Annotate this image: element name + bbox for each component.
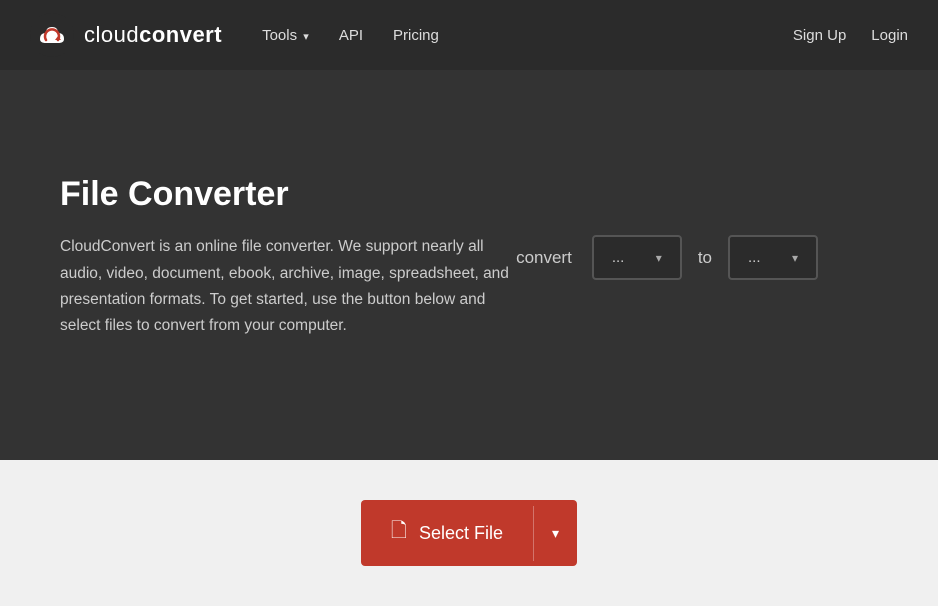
nav-auth: Sign Up Login: [793, 27, 908, 44]
to-label: to: [698, 248, 712, 268]
nav-signup[interactable]: Sign Up: [793, 27, 846, 44]
brand-logo[interactable]: cloudconvert: [30, 13, 222, 57]
nav-tools[interactable]: Tools ▾: [262, 27, 309, 44]
logo-icon: [30, 13, 74, 57]
hero-text-block: File Converter CloudConvert is an online…: [60, 175, 516, 339]
file-icon: 🗋: [391, 516, 407, 550]
nav-api[interactable]: API: [339, 27, 363, 44]
hero-title: File Converter: [60, 175, 516, 214]
nav-links: Tools ▾ API Pricing: [262, 27, 793, 44]
from-chevron-icon: ▾: [656, 251, 662, 265]
select-file-label: Select File: [419, 523, 503, 544]
convert-label: convert: [516, 248, 572, 268]
navbar: cloudconvert Tools ▾ API Pricing Sign Up…: [0, 0, 938, 70]
from-format-value: ...: [612, 249, 625, 266]
cta-section: 🗋 Select File ▾: [0, 460, 938, 606]
to-format-dropdown[interactable]: ... ▾: [728, 235, 818, 280]
tools-chevron-icon: ▾: [303, 31, 309, 43]
to-format-value: ...: [748, 249, 761, 266]
select-file-chevron-icon[interactable]: ▾: [534, 506, 577, 561]
converter-widget: convert ... ▾ to ... ▾: [516, 235, 818, 280]
nav-pricing[interactable]: Pricing: [393, 27, 439, 44]
hero-description: CloudConvert is an online file converter…: [60, 234, 516, 339]
brand-name: cloudconvert: [84, 22, 222, 48]
to-chevron-icon: ▾: [792, 251, 798, 265]
from-format-dropdown[interactable]: ... ▾: [592, 235, 682, 280]
select-file-main: 🗋 Select File: [361, 500, 533, 566]
select-file-button[interactable]: 🗋 Select File ▾: [361, 500, 577, 566]
nav-login[interactable]: Login: [871, 27, 908, 44]
hero-section: File Converter CloudConvert is an online…: [0, 70, 938, 460]
